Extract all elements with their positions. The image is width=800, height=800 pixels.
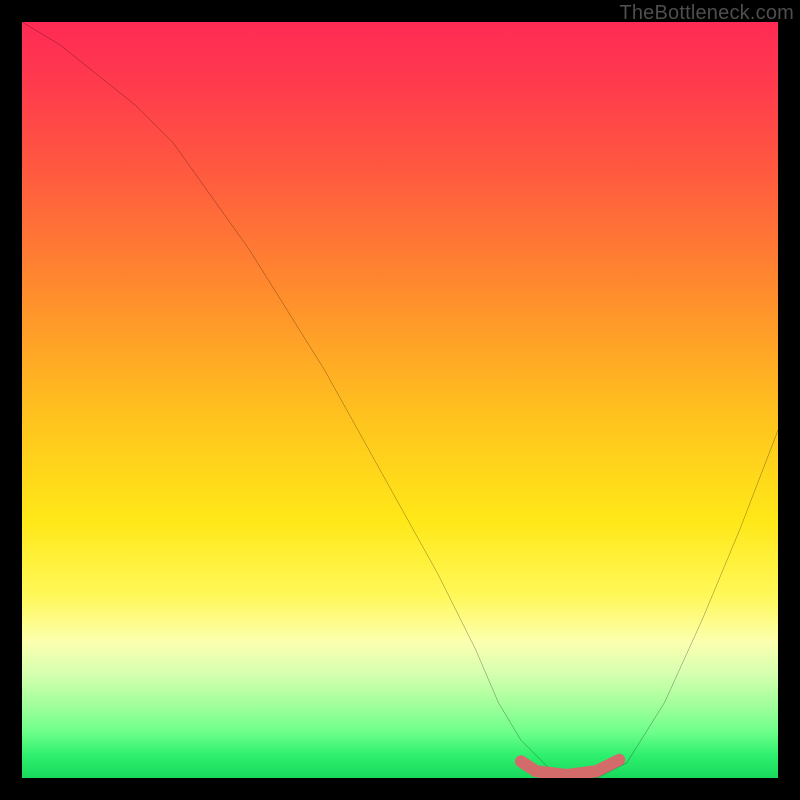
chart-area bbox=[22, 22, 778, 778]
chart-stage: TheBottleneck.com bbox=[0, 0, 800, 800]
optimal-band bbox=[521, 760, 619, 775]
bottleneck-curve bbox=[22, 22, 778, 778]
bottleneck-curve-svg bbox=[22, 22, 778, 778]
